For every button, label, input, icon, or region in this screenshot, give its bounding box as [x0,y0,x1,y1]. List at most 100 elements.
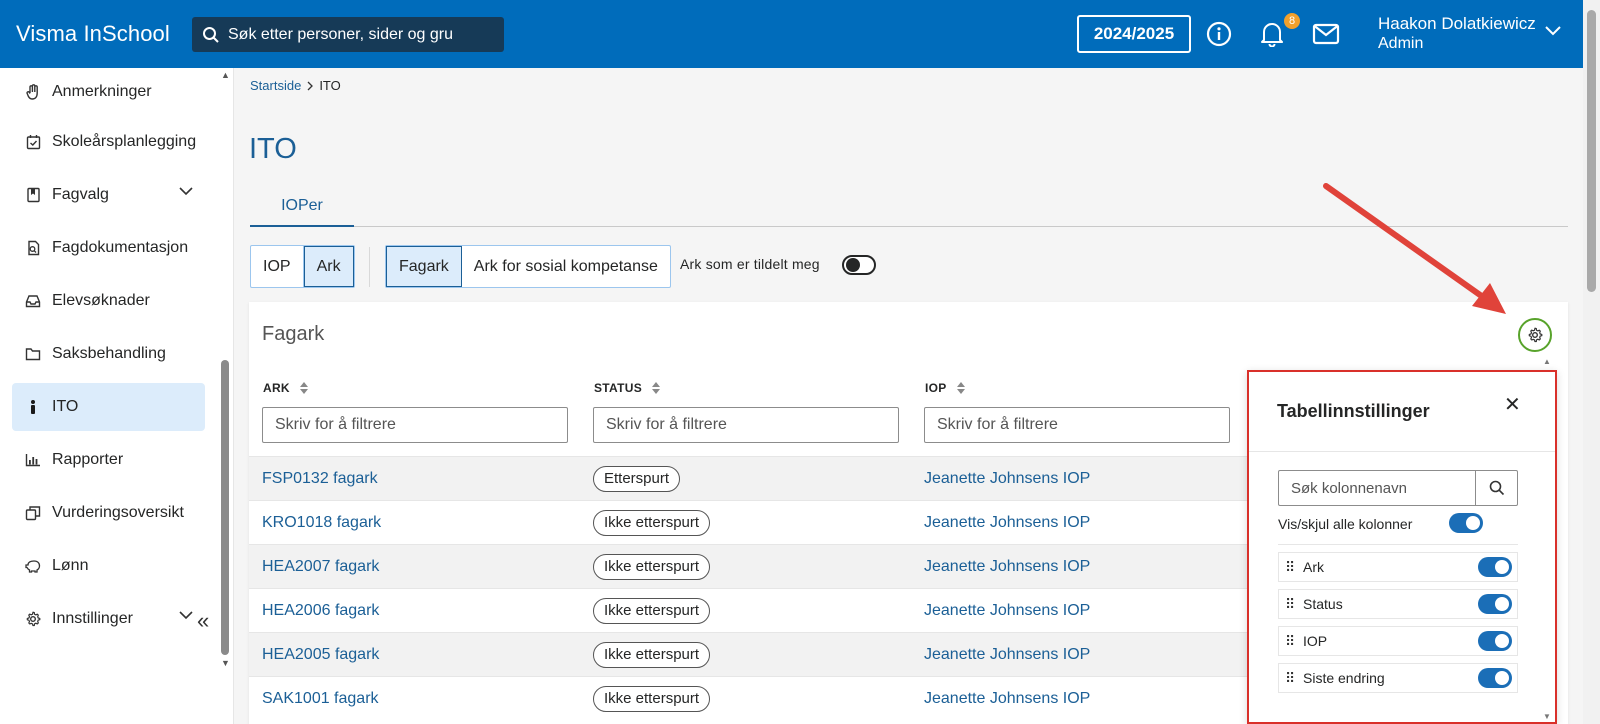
column-option-status[interactable]: ⠿ Status [1278,589,1518,619]
segment-iop[interactable]: IOP [251,246,304,287]
sidebar-item-lonn[interactable]: Lønn [12,542,205,590]
sort-icon[interactable] [956,382,965,394]
column-option-ark[interactable]: ⠿ Ark [1278,552,1518,582]
toggle-knob [1495,560,1509,574]
column-option-iop[interactable]: ⠿ IOP [1278,626,1518,656]
panel-divider [1278,544,1518,545]
app-brand[interactable]: Visma InSchool [16,21,170,47]
user-menu[interactable]: Haakon Dolatkiewicz Admin [1378,14,1536,54]
scroll-down-icon[interactable]: ▼ [221,658,230,668]
sidebar-item-label: ITO [52,398,79,415]
collapse-sidebar-icon[interactable]: « [197,608,209,634]
column-option-label: IOP [1303,633,1328,649]
chevron-right-icon [307,81,314,90]
scroll-up-icon[interactable]: ▲ [221,70,230,80]
iop-link[interactable]: Jeanette Johnsens IOP [924,470,1090,488]
info-icon[interactable] [1205,20,1233,48]
chevron-down-icon[interactable] [179,187,193,196]
status-badge: Ikke etterspurt [593,641,711,668]
column-header-ark[interactable]: ARK [263,381,308,395]
page-scrollbar-thumb[interactable] [1587,10,1596,292]
table-row: HEA2007 fagark Ikke etterspurt Jeanette … [249,544,1255,588]
iop-link[interactable]: Jeanette Johnsens IOP [924,514,1090,532]
sidebar-item-rapporter[interactable]: Rapporter [12,436,205,484]
breadcrumb-home-link[interactable]: Startside [250,78,301,93]
status-badge: Ikke etterspurt [593,597,711,624]
piggy-bank-icon [25,558,41,574]
filter-status-input[interactable]: Skriv for å filtrere [593,407,899,443]
sidebar-item-label: Fagdokumentasjon [52,239,189,256]
ark-link[interactable]: HEA2006 fagark [262,602,379,620]
chevron-down-icon[interactable] [1545,26,1561,36]
table-row: FSP0132 fagark Etterspurt Jeanette Johns… [249,456,1255,500]
table-settings-panel: Tabellinnstillinger ✕ Søk kolonnenavn Vi… [1247,370,1557,724]
drag-handle-icon[interactable]: ⠿ [1285,670,1295,687]
close-icon[interactable]: ✕ [1504,392,1521,417]
column-search-field[interactable]: Søk kolonnenavn [1278,470,1518,506]
column-visibility-toggle[interactable] [1478,631,1512,651]
segment-ark-sosial-kompetanse[interactable]: Ark for sosial kompetanse [462,246,670,287]
ark-link[interactable]: HEA2007 fagark [262,558,379,576]
document-search-icon [25,240,41,256]
sort-icon[interactable] [652,382,661,394]
iop-link[interactable]: Jeanette Johnsens IOP [924,646,1090,664]
column-visibility-toggle[interactable] [1478,668,1512,688]
sidebar-item-skolearsplanlegging[interactable]: Skoleårsplanlegging [12,118,205,166]
panel-scroll-down-icon[interactable]: ▼ [1543,712,1551,721]
bell-icon[interactable] [1258,20,1286,48]
iop-link[interactable]: Jeanette Johnsens IOP [924,558,1090,576]
sidebar-item-elevsoknader[interactable]: Elevsøknader [12,277,205,325]
page-title: ITO [249,133,297,165]
column-header-status[interactable]: STATUS [594,381,661,395]
clipboard-icon [25,505,41,521]
column-search-button[interactable] [1475,471,1517,505]
sidebar-scrollbar[interactable]: ▲ ▼ [220,70,230,670]
bar-chart-icon [25,452,41,468]
assigned-to-me-toggle[interactable] [842,255,876,275]
column-header-iop[interactable]: IOP [925,381,965,395]
tab-ioper[interactable]: IOPer [250,186,354,227]
segment-ark[interactable]: Ark [303,246,354,287]
column-visibility-toggle[interactable] [1478,557,1512,577]
column-search-input[interactable]: Søk kolonnenavn [1279,471,1475,505]
toggle-knob [846,258,860,272]
drag-handle-icon[interactable]: ⠿ [1285,633,1295,650]
iop-link[interactable]: Jeanette Johnsens IOP [924,690,1090,708]
column-option-label: Ark [1303,559,1324,575]
ark-link[interactable]: SAK1001 fagark [262,690,379,708]
filter-ark-input[interactable]: Skriv for å filtrere [262,407,568,443]
segment-fagark[interactable]: Fagark [386,246,462,287]
sidebar-item-fagvalg[interactable]: Fagvalg [12,171,205,219]
column-header-label: STATUS [594,381,643,395]
ark-link[interactable]: HEA2005 fagark [262,646,379,664]
mail-icon[interactable] [1312,20,1340,48]
sidebar-item-saksbehandling[interactable]: Saksbehandling [12,330,205,378]
school-year-button[interactable]: 2024/2025 [1077,15,1191,53]
column-visibility-toggle[interactable] [1478,594,1512,614]
sidebar-item-ito[interactable]: ITO [12,383,205,431]
sidebar-item-fagdokumentasjon[interactable]: Fagdokumentasjon [12,224,205,272]
sort-icon[interactable] [299,382,308,394]
sidebar-item-innstillinger[interactable]: Innstillinger [12,595,205,643]
ark-link[interactable]: FSP0132 fagark [262,470,378,488]
ark-link[interactable]: KRO1018 fagark [262,514,381,532]
global-search-placeholder: Søk etter personer, sider og gru [228,25,453,43]
breadcrumb-current: ITO [319,78,341,93]
filter-iop-input[interactable]: Skriv for å filtrere [924,407,1230,443]
card-title: Fagark [262,323,325,345]
column-header-label: IOP [925,381,947,395]
drag-handle-icon[interactable]: ⠿ [1285,596,1295,613]
page-scrollbar[interactable] [1583,0,1600,724]
user-name: Haakon Dolatkiewicz [1378,14,1536,33]
sidebar-item-vurderingsoversikt[interactable]: Vurderingsoversikt [12,489,205,537]
global-search-input[interactable]: Søk etter personer, sider og gru [192,17,504,52]
column-option-siste-endring[interactable]: ⠿ Siste endring [1278,663,1518,693]
sidebar-item-anmerkninger[interactable]: Anmerkninger [12,68,205,116]
drag-handle-icon[interactable]: ⠿ [1285,559,1295,576]
iop-link[interactable]: Jeanette Johnsens IOP [924,602,1090,620]
table-settings-button[interactable] [1518,318,1552,352]
sidebar-scrollbar-thumb[interactable] [221,360,229,655]
panel-scroll-up-icon[interactable]: ▲ [1543,357,1551,366]
show-all-columns-toggle[interactable] [1449,513,1483,533]
chevron-down-icon[interactable] [179,611,193,620]
